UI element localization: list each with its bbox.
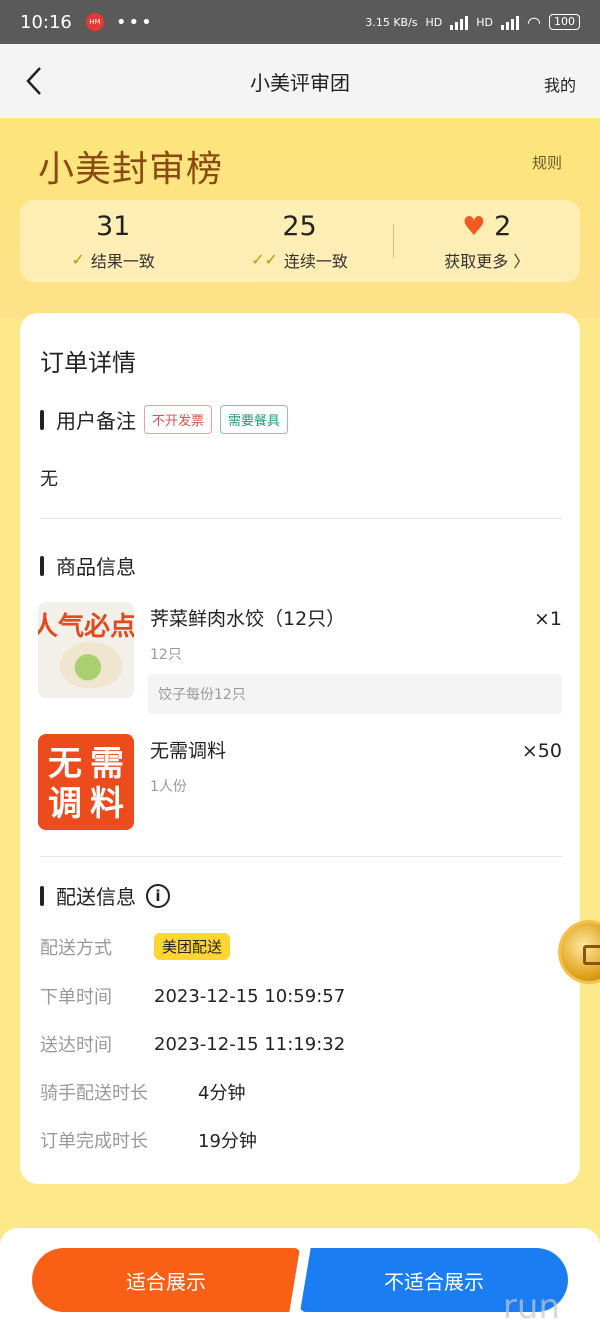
stat-value: 25 [282,210,317,242]
order-detail-card: 订单详情 用户备注 不开发票 需要餐具 无 商品信息 人气必点 荠菜鲜肉水饺（1… [20,313,580,1184]
user-remark-text: 无 [40,469,58,490]
back-arrow-icon[interactable] [18,64,52,98]
product-note: 饺子每份12只 [148,674,562,714]
delivery-method-label: 配送方式 [40,937,112,959]
section-title: 商品信息 [56,555,136,579]
stat-label: 连续一致 [283,251,348,271]
hd-label-1: HD [425,15,443,29]
nav-bar: 小美评审团 我的 [0,44,600,118]
double-check-icon: ✓✓ [251,250,278,269]
arrive-time-row: 送达时间 2023-12-15 11:19:32 [40,1031,345,1057]
hd-label-2: HD [476,15,494,29]
section-bar [40,555,44,576]
delivery-method-badge: 美团配送 [154,933,231,960]
product-image-text: 人气必点 [38,612,134,642]
get-more-link[interactable]: 获取更多 〉 [444,248,529,272]
arrive-time-value: 2023-12-15 11:19:32 [154,1033,346,1055]
hero-banner: 小美封审榜 规则 31 ✓ 结果一致 25 ✓✓ 连续一致 ♥ 2 获取更多 〉 [0,118,600,318]
info-icon[interactable]: i [146,883,170,908]
product-image-text: 无 [48,744,82,784]
more-notifications-icon: ••• [115,11,154,33]
order-time-row: 下单时间 2023-12-15 10:59:57 [40,983,345,1009]
complete-duration-row: 订单完成时长 19分钟 [40,1127,257,1153]
order-time-value: 2023-12-15 10:59:57 [154,985,346,1007]
check-icon: ✓ [71,250,85,269]
section-title: 用户备注 [56,409,136,433]
page-title: 小美评审团 [250,70,350,95]
battery-icon: 100 [549,14,580,30]
order-time-label: 下单时间 [40,987,112,1008]
stat-label: 结果一致 [90,251,155,271]
status-bar: 10:16 HM ••• 3.15 KB/s HD HD ◠ 100 [0,0,600,44]
product-image: 人气必点 [38,602,134,698]
brand-title: 小美封审榜 [38,149,224,190]
mine-link[interactable]: 我的 [544,72,576,96]
rider-duration-row: 骑手配送时长 4分钟 [40,1079,245,1105]
rules-link[interactable]: 规则 [532,152,562,173]
action-footer: 适合展示 不适合展示 run [0,1228,600,1333]
network-speed: 3.15 KB/s [365,15,418,29]
goods-section-header: 商品信息 [40,551,136,580]
rider-duration-value: 4分钟 [198,1083,246,1104]
product-name: 无需调料 [150,740,227,762]
heart-icon: ♥ [462,211,486,242]
product-image: 无 需 调 料 [38,734,134,830]
product-image-text: 料 [90,784,124,824]
stat-get-more[interactable]: ♥ 2 获取更多 〉 [394,200,580,282]
product-spec: 12只 [150,647,182,663]
stats-panel: 31 ✓ 结果一致 25 ✓✓ 连续一致 ♥ 2 获取更多 〉 [20,200,580,282]
divider [40,856,562,857]
status-time: 10:16 [20,11,72,33]
suitable-button[interactable]: 适合展示 [32,1248,300,1312]
section-bar [40,885,44,906]
complete-duration-value: 19分钟 [198,1131,257,1152]
app-notification-icon: HM [85,13,104,31]
product-image-text: 需 [90,744,124,784]
wifi-icon: ◠ [527,12,541,32]
product-spec: 1人份 [150,779,187,795]
arrive-time-label: 送达时间 [40,1035,112,1056]
divider [40,518,562,519]
product-quantity: ×50 [521,740,562,762]
stat-value: 2 [494,210,512,242]
signal-icon-2 [501,14,520,30]
stat-streak-match: 25 ✓✓ 连续一致 [206,200,392,282]
no-invoice-tag: 不开发票 [144,405,213,434]
watermark: run [502,1287,560,1327]
product-name: 荠菜鲜肉水饺（12只） [150,608,346,630]
delivery-section-header: 配送信息 i [40,881,170,910]
order-detail-title: 订单详情 [40,349,136,377]
product-image-text: 调 [48,784,82,824]
user-remark-section: 用户备注 不开发票 需要餐具 [40,405,289,434]
product-quantity: ×1 [533,608,562,630]
stat-value: 31 [95,210,131,242]
need-utensils-tag: 需要餐具 [220,405,289,434]
complete-duration-label: 订单完成时长 [40,1131,148,1152]
dumpling-illustration [60,642,122,688]
signal-icon [450,14,469,30]
section-title: 配送信息 [56,885,136,909]
rider-duration-label: 骑手配送时长 [40,1083,148,1104]
stat-result-match: 31 ✓ 结果一致 [20,200,206,282]
section-bar [40,409,44,430]
delivery-method-row: 配送方式 美团配送 [40,933,231,960]
